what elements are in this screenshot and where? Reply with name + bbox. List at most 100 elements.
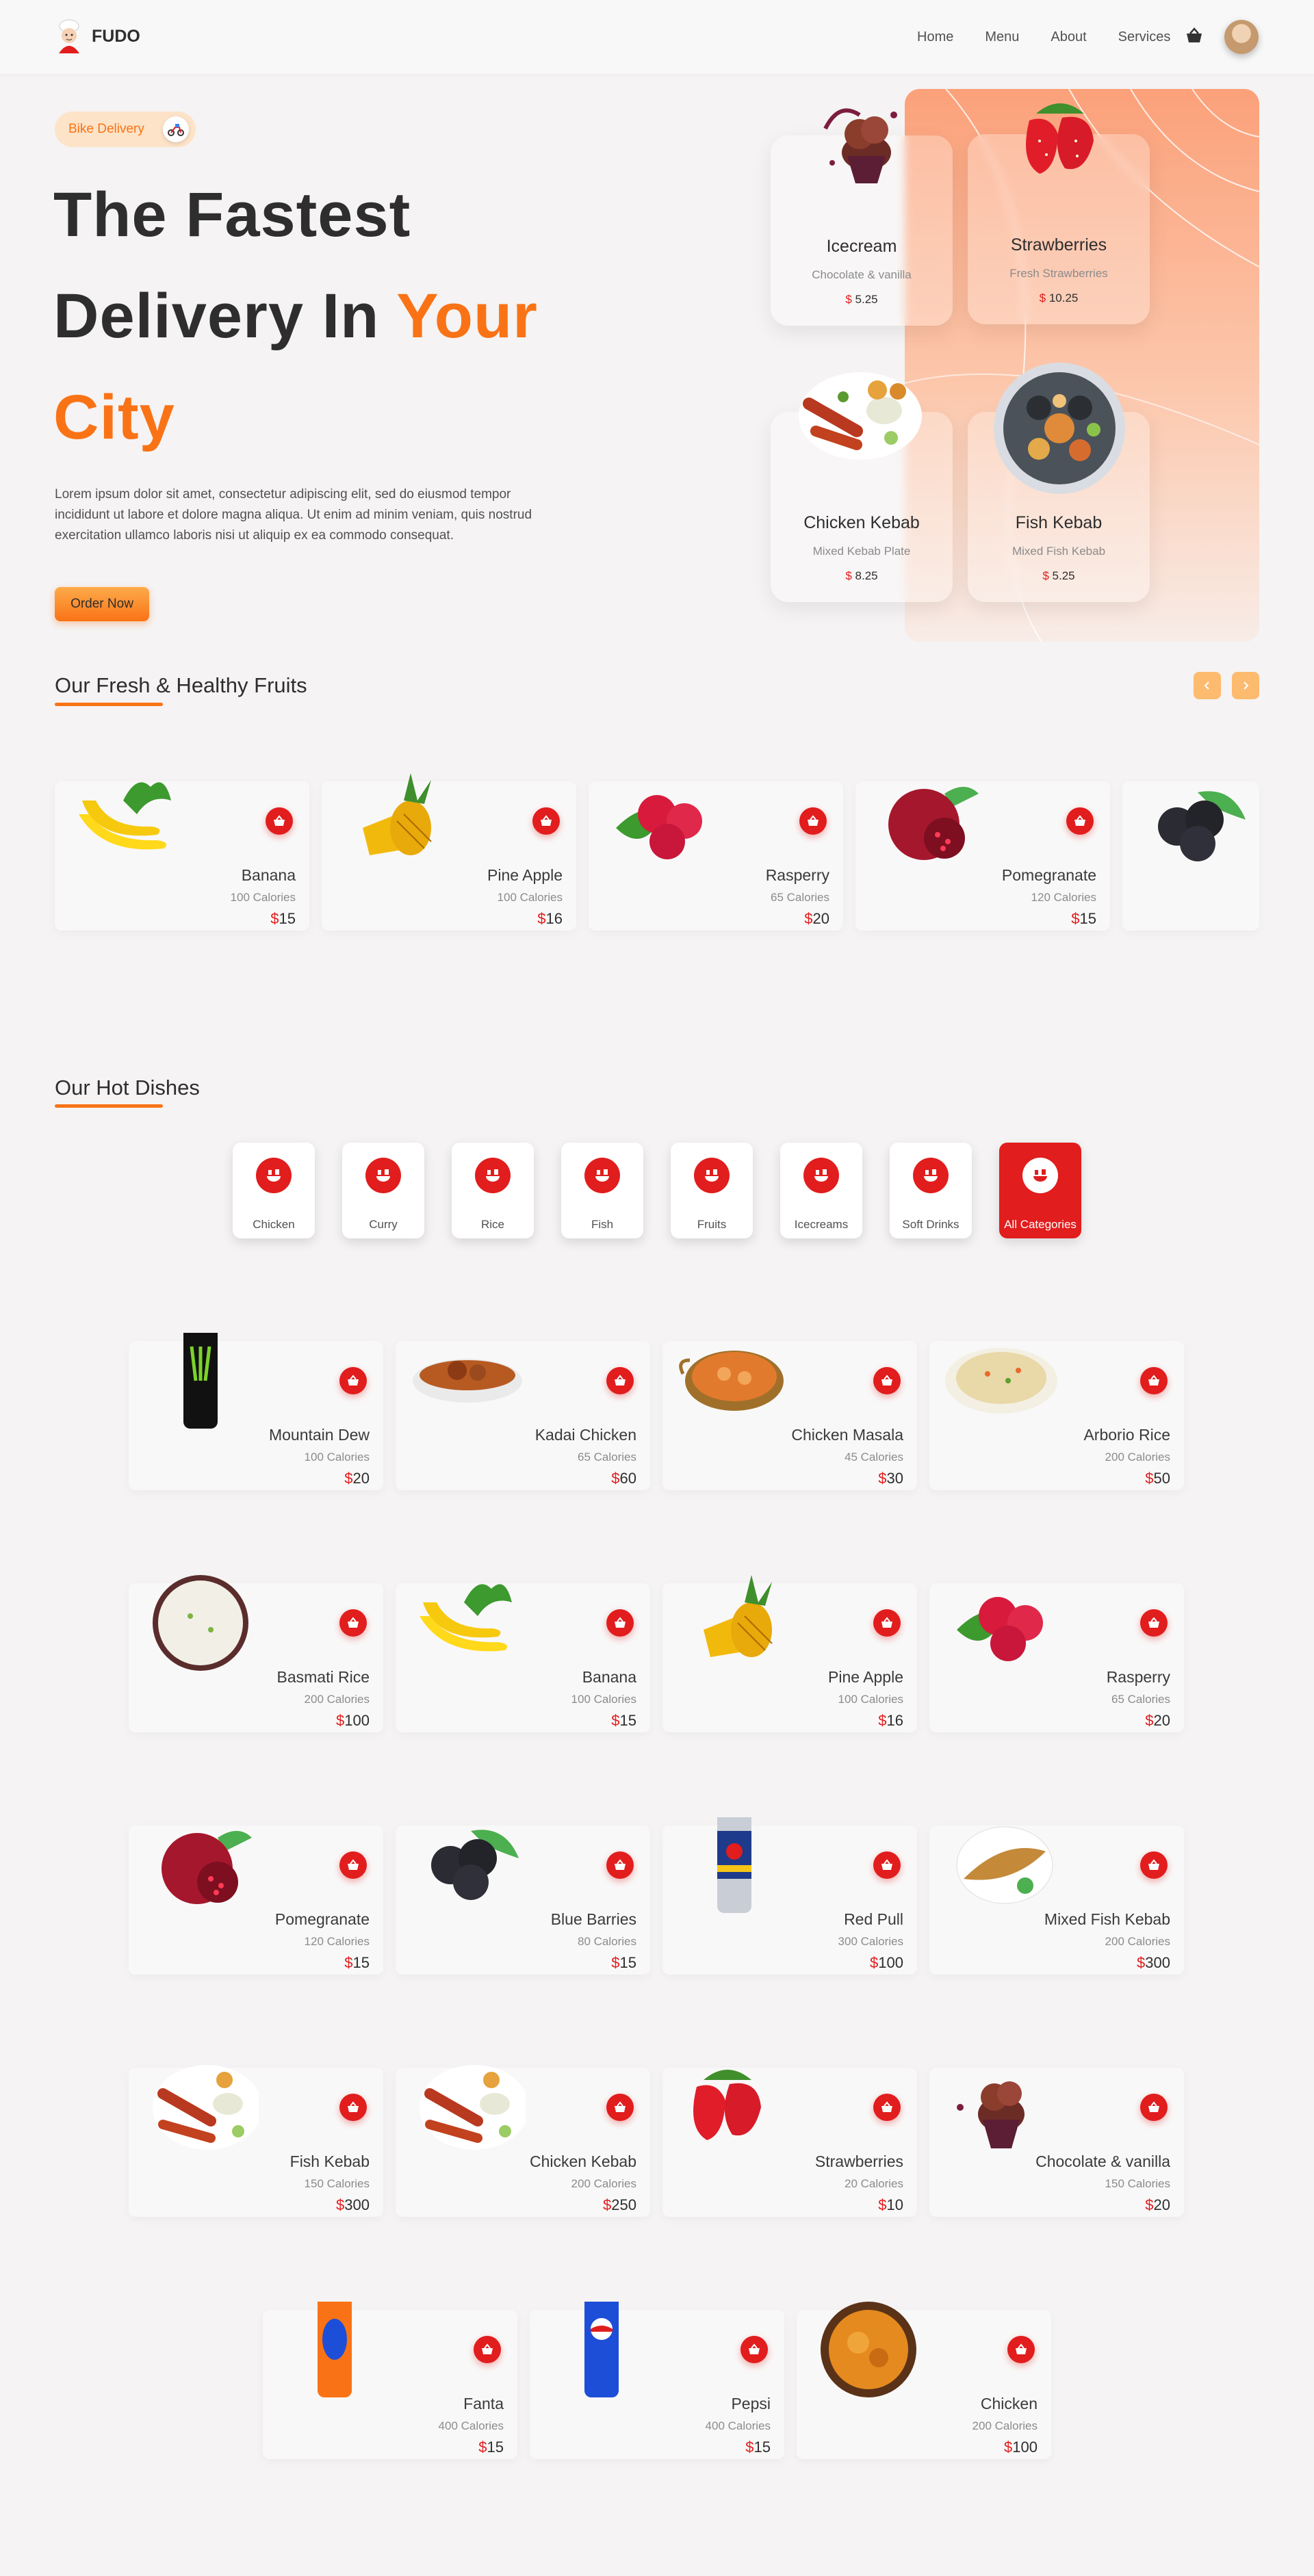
category-food-icon	[1022, 1158, 1058, 1193]
dish-card[interactable]: Arborio Rice 200 Calories $50	[929, 1341, 1184, 1490]
add-to-cart-button[interactable]	[606, 1367, 634, 1394]
dish-card[interactable]: Fish Kebab 150 Calories $300	[129, 2065, 383, 2217]
add-to-cart-button[interactable]	[1140, 1609, 1168, 1637]
scroll-left-button[interactable]	[1194, 672, 1221, 699]
category-all-categories[interactable]: All Categories	[999, 1143, 1081, 1238]
add-to-cart-button[interactable]	[606, 1609, 634, 1637]
fruit-card[interactable]: Pine Apple 100 Calories $16	[322, 773, 576, 931]
dish-card[interactable]: Mountain Dew 100 Calories $20	[129, 1333, 383, 1490]
nav-menu[interactable]: Menu	[985, 29, 1019, 45]
add-to-cart-button[interactable]	[1140, 2094, 1168, 2121]
dish-card[interactable]: Strawberries 20 Calories $10	[662, 2068, 917, 2217]
nav-home[interactable]: Home	[917, 29, 953, 45]
user-avatar[interactable]	[1224, 20, 1259, 54]
add-to-cart-button[interactable]	[1140, 1851, 1168, 1879]
fruit-card-partial[interactable]	[1122, 781, 1259, 931]
item-price: $30	[878, 1470, 903, 1487]
item-calories: 200 Calories	[972, 2419, 1038, 2432]
add-to-cart-button[interactable]	[873, 2094, 901, 2121]
fruit-card[interactable]: Pomegranate 120 Calories $15	[855, 781, 1110, 931]
add-to-cart-button[interactable]	[740, 2336, 768, 2363]
dish-card[interactable]: Pomegranate 120 Calories $15	[129, 1825, 383, 1975]
item-price: $15	[478, 2438, 504, 2456]
add-to-cart-button[interactable]	[532, 807, 560, 835]
item-price: $16	[878, 1712, 903, 1729]
basket-icon	[881, 1859, 892, 1870]
category-curry[interactable]: Curry	[342, 1143, 424, 1238]
dish-card[interactable]: Red Pull 300 Calories $100	[662, 1817, 917, 1975]
masala-pot-icon	[679, 1351, 784, 1411]
brand-logo[interactable]: FUDO	[53, 18, 140, 55]
showcase-card-fish-kebab[interactable]: Fish Kebab Mixed Fish Kebab $ 5.25	[968, 363, 1150, 602]
add-to-cart-button[interactable]	[873, 1609, 901, 1637]
showcase-card-sub: Mixed Kebab Plate	[812, 545, 911, 558]
item-name: Mixed Fish Kebab	[1044, 1910, 1170, 1928]
dish-card[interactable]: Pine Apple 100 Calories $16	[662, 1575, 917, 1732]
showcase-card-strawberries[interactable]: Strawberries Fresh Strawberries $ 10.25	[968, 103, 1150, 324]
category-soft-drinks[interactable]: Soft Drinks	[890, 1143, 972, 1238]
category-fruits[interactable]: Fruits	[671, 1143, 753, 1238]
category-icecreams[interactable]: Icecreams	[780, 1143, 862, 1238]
add-to-cart-button[interactable]	[339, 1367, 367, 1394]
add-to-cart-button[interactable]	[339, 1609, 367, 1637]
category-chicken[interactable]: Chicken	[233, 1143, 315, 1238]
dish-card[interactable]: Chicken Masala 45 Calories $30	[662, 1341, 917, 1490]
add-to-cart-button[interactable]	[1066, 807, 1094, 835]
item-name: Banana	[582, 1668, 636, 1686]
pomegranate-icon	[162, 1831, 252, 1904]
add-to-cart-button[interactable]	[1140, 1367, 1168, 1394]
dish-card[interactable]: Chicken Kebab 200 Calories $250	[396, 2065, 650, 2217]
showcase-card-sub: Mixed Fish Kebab	[1012, 545, 1106, 558]
basket-icon	[881, 1375, 892, 1385]
item-price: $20	[344, 1470, 370, 1487]
category-rice[interactable]: Rice	[452, 1143, 534, 1238]
showcase-card-icecream[interactable]: Icecream Chocolate & vanilla $ 5.25	[771, 108, 953, 326]
item-calories: 200 Calories	[571, 2177, 636, 2190]
dish-card[interactable]: Pepsi 400 Calories $15	[530, 2302, 784, 2459]
dish-card[interactable]: Fanta 400 Calories $15	[263, 2302, 517, 2459]
add-to-cart-button[interactable]	[266, 807, 293, 835]
dish-card[interactable]: Kadai Chicken 65 Calories $60	[396, 1341, 650, 1490]
item-price: $15	[745, 2438, 771, 2456]
dish-card[interactable]: Rasperry 65 Calories $20	[929, 1583, 1184, 1732]
nav-about[interactable]: About	[1051, 29, 1086, 45]
item-calories: 20 Calories	[845, 2177, 903, 2190]
add-to-cart-button[interactable]	[606, 2094, 634, 2121]
item-calories: 65 Calories	[578, 1450, 636, 1463]
item-price: $100	[336, 1712, 370, 1729]
fruit-card[interactable]: Rasperry 65 Calories $20	[589, 781, 843, 931]
kebab-plate-icon	[153, 2065, 259, 2150]
fruit-card[interactable]: Banana 100 Calories $15	[55, 781, 309, 931]
hot-dishes-title-underline	[55, 1104, 163, 1108]
order-now-button[interactable]: Order Now	[55, 587, 149, 621]
dish-card[interactable]: Chicken 200 Calories $100	[797, 2302, 1051, 2459]
dish-card[interactable]: Banana 100 Calories $15	[396, 1583, 650, 1732]
add-to-cart-button[interactable]	[1007, 2336, 1035, 2363]
category-food-icon	[584, 1158, 620, 1193]
add-to-cart-button[interactable]	[339, 1851, 367, 1879]
category-fish[interactable]: Fish	[561, 1143, 643, 1238]
add-to-cart-button[interactable]	[873, 1367, 901, 1394]
hero-title-city: City	[53, 382, 175, 452]
fish-plate-icon	[956, 1826, 1053, 1904]
nav-services[interactable]: Services	[1118, 29, 1171, 45]
item-price: $100	[1004, 2438, 1038, 2456]
add-to-cart-button[interactable]	[339, 2094, 367, 2121]
icecream-icon	[957, 2081, 1025, 2148]
item-price: $20	[1145, 1712, 1170, 1729]
dish-card[interactable]: Mixed Fish Kebab 200 Calories $300	[929, 1825, 1184, 1975]
scroll-right-button[interactable]	[1232, 672, 1259, 699]
add-to-cart-button[interactable]	[799, 807, 827, 835]
item-price: $60	[611, 1470, 636, 1487]
shopping-basket-icon[interactable]	[1184, 26, 1204, 47]
rice-plate-icon	[945, 1348, 1057, 1414]
add-to-cart-button[interactable]	[873, 1851, 901, 1879]
dish-card[interactable]: Chocolate & vanilla 150 Calories $20	[929, 2068, 1184, 2217]
add-to-cart-button[interactable]	[474, 2336, 501, 2363]
showcase-card-chicken-kebab[interactable]: Chicken Kebab Mixed Kebab Plate $ 8.25	[771, 372, 953, 602]
dish-card[interactable]: Basmati Rice 200 Calories $100	[129, 1575, 383, 1732]
dish-card[interactable]: Blue Barries 80 Calories $15	[396, 1825, 650, 1975]
item-calories: 65 Calories	[1111, 1693, 1170, 1706]
add-to-cart-button[interactable]	[606, 1851, 634, 1879]
fruits-section-title: Our Fresh & Healthy Fruits	[55, 673, 307, 697]
